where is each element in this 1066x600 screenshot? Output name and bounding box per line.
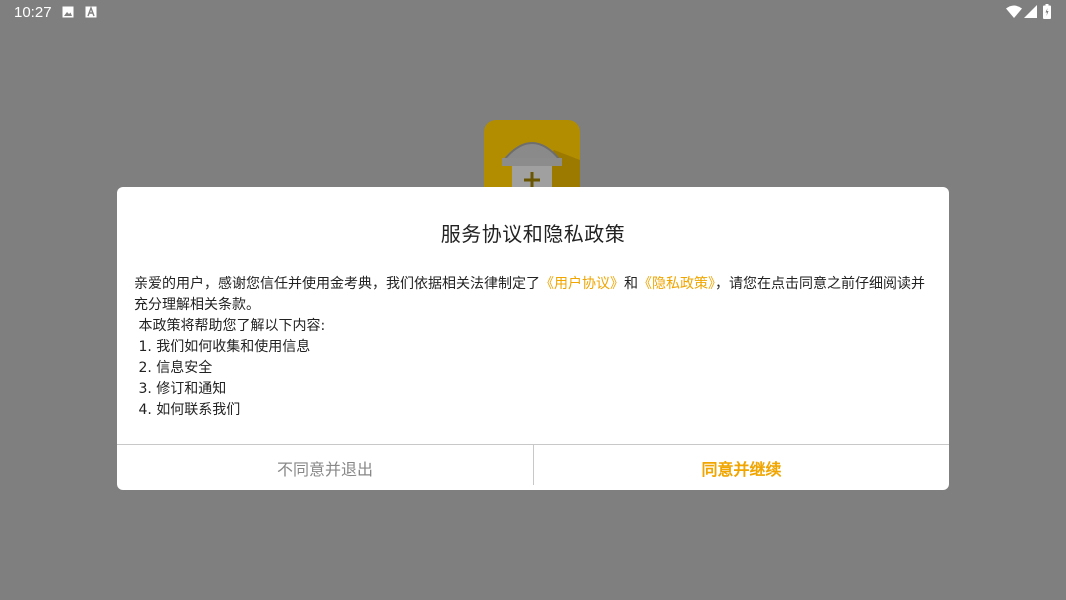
privacy-policy-link[interactable]: 《隐私政策》	[638, 276, 715, 292]
status-time: 10:27	[14, 4, 52, 21]
intro-line-2: 充分理解相关条款。	[134, 297, 260, 313]
dialog-title: 服务协议和隐私政策	[440, 222, 626, 246]
dialog-body: 亲爱的用户，感谢您信任并使用金考典，我们依据相关法律制定了《用户协议》和《隐私政…	[134, 274, 934, 421]
wifi-icon	[1006, 5, 1022, 22]
intro-text-after: ，请您在点击同意之前仔细阅读并	[715, 276, 925, 292]
intro-line-1: 亲爱的用户，感谢您信任并使用金考典，我们依据相关法律制定了《用户协议》和《隐私政…	[134, 274, 934, 295]
policy-item-3: 3. 修订和通知	[134, 381, 227, 397]
and-text: 和	[624, 276, 638, 292]
signal-icon	[1024, 5, 1037, 22]
policy-item-2: 2. 信息安全	[134, 360, 213, 376]
privacy-dialog: 服务协议和隐私政策 亲爱的用户，感谢您信任并使用金考典，我们依据相关法律制定了《…	[117, 187, 949, 490]
decline-exit-button[interactable]: 不同意并退出	[117, 445, 533, 490]
user-agreement-link[interactable]: 《用户协议》	[540, 276, 624, 292]
status-bar: 10:27	[0, 0, 1066, 24]
text-icon	[85, 6, 97, 22]
policy-heading: 本政策将帮助您了解以下内容:	[134, 318, 326, 334]
image-icon	[62, 6, 74, 22]
intro-text-before: 亲爱的用户，感谢您信任并使用金考典，我们依据相关法律制定了	[134, 276, 540, 292]
battery-icon	[1043, 4, 1051, 23]
policy-item-4: 4. 如何联系我们	[134, 402, 241, 418]
agree-continue-button[interactable]: 同意并继续	[534, 445, 949, 490]
policy-item-1: 1. 我们如何收集和使用信息	[134, 339, 311, 355]
